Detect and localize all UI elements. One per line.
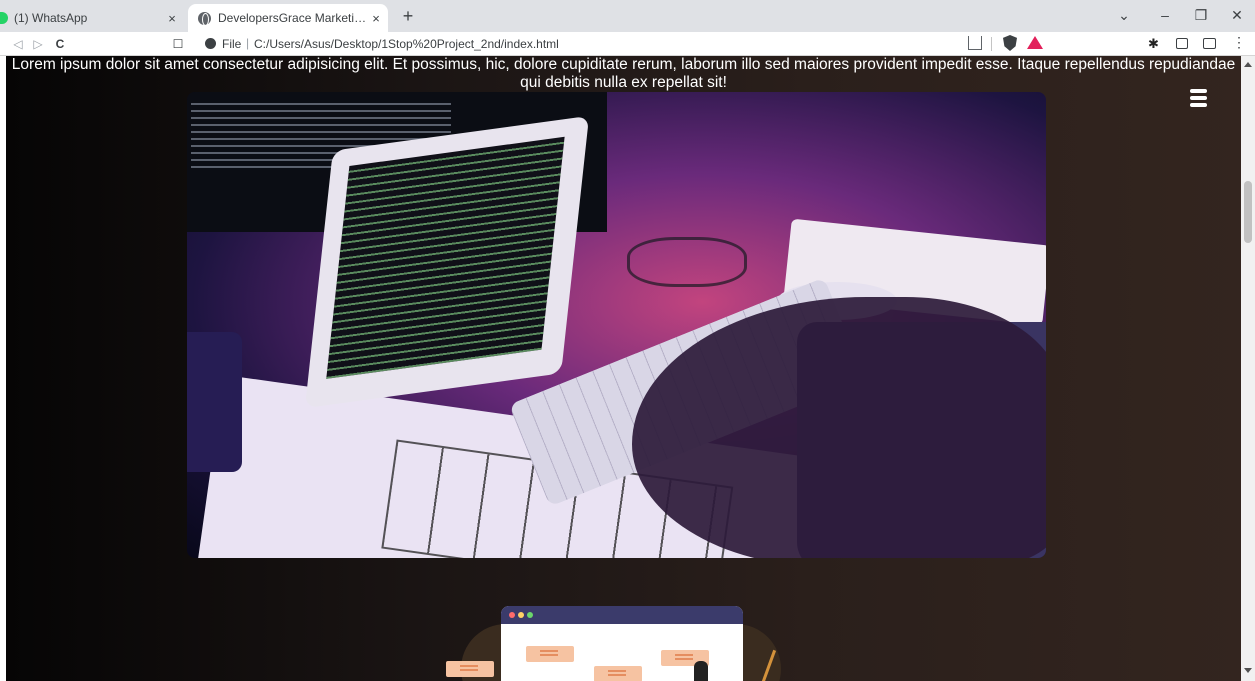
bookmark-icon[interactable]: ☐ <box>170 35 186 53</box>
restore-button[interactable]: ❐ <box>1192 7 1210 24</box>
page-scrollbar[interactable] <box>1241 56 1255 681</box>
web-window-illustration <box>426 606 806 681</box>
sidebar-icon[interactable] <box>1176 38 1188 49</box>
back-icon[interactable]: ◁ <box>10 35 26 53</box>
brave-shields-icon[interactable] <box>1003 35 1017 51</box>
new-tab-button[interactable]: + <box>398 7 418 26</box>
address-separator: | <box>246 36 250 50</box>
browser-toolbar: ◁ ▷ C ☐ File | C:/Users/Asus/Desktop/1St… <box>0 32 1255 56</box>
toolbar-divider <box>991 37 992 51</box>
mug-shape <box>187 332 242 472</box>
tab-whatsapp[interactable]: (1) WhatsApp × <box>0 4 190 32</box>
reload-icon[interactable]: C <box>52 35 68 53</box>
scroll-down-icon[interactable] <box>1244 668 1252 673</box>
tab-developersgrace[interactable]: DevelopersGrace Marketing and × <box>188 4 388 32</box>
scroll-up-icon[interactable] <box>1244 62 1252 67</box>
brave-rewards-icon[interactable] <box>1027 36 1043 49</box>
tab-title: DevelopersGrace Marketing and <box>218 11 368 25</box>
globe-icon <box>198 11 211 26</box>
whatsapp-icon <box>0 12 8 24</box>
page-content: Lorem ipsum dolor sit amet consectetur a… <box>6 56 1241 681</box>
tablet-shape <box>304 115 590 409</box>
extensions-icon[interactable]: ✱ <box>1148 36 1159 52</box>
site-info-icon[interactable] <box>205 38 216 49</box>
scroll-thumb[interactable] <box>1244 181 1252 243</box>
intro-paragraph: Lorem ipsum dolor sit amet consectetur a… <box>11 56 1236 91</box>
tab-bar: (1) WhatsApp × DevelopersGrace Marketing… <box>0 0 1255 32</box>
wallet-icon[interactable] <box>1203 38 1216 49</box>
scheme-label: File <box>222 37 242 51</box>
share-icon[interactable] <box>968 36 982 50</box>
tab-search-icon[interactable]: ⌄ <box>1115 7 1133 24</box>
address-bar[interactable]: C:/Users/Asus/Desktop/1Stop%20Project_2n… <box>254 37 559 51</box>
browser-menu-icon[interactable]: ⋮ <box>1232 34 1246 51</box>
forward-icon[interactable]: ▷ <box>30 35 46 53</box>
hamburger-menu-icon[interactable] <box>1190 89 1207 107</box>
close-tab-icon[interactable]: × <box>368 10 384 26</box>
hero-image <box>187 92 1046 558</box>
close-tab-icon[interactable]: × <box>164 10 180 26</box>
glasses-shape <box>627 237 747 287</box>
close-window-button[interactable]: ✕ <box>1228 7 1246 24</box>
minimize-button[interactable]: – <box>1156 7 1174 23</box>
tab-title: (1) WhatsApp <box>14 11 88 25</box>
